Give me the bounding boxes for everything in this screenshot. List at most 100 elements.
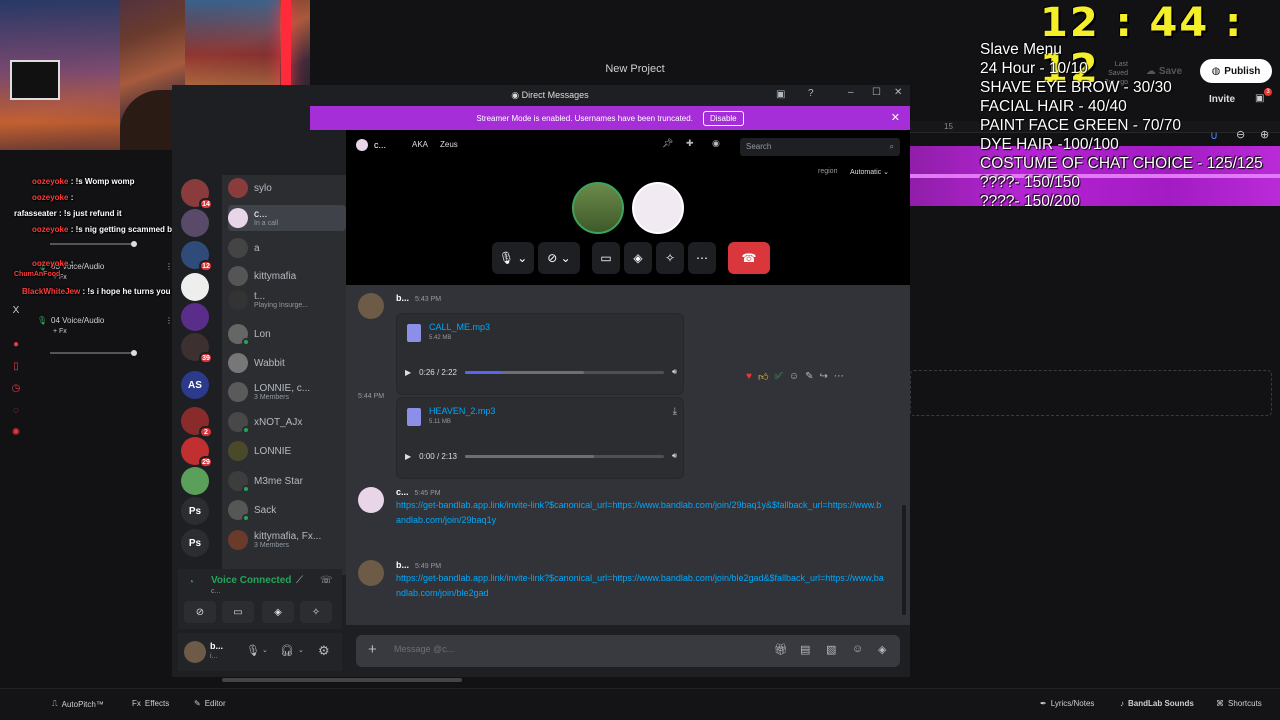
emoji-icon[interactable]: ☺ bbox=[852, 643, 863, 655]
screen-share-button[interactable]: ▭ bbox=[222, 601, 254, 623]
video-button[interactable]: ⊘ ⌄ bbox=[538, 242, 580, 274]
voice-status[interactable]: Voice Connected bbox=[211, 575, 291, 586]
dm-item[interactable]: Lon bbox=[228, 321, 346, 347]
activities-button[interactable]: ◈ bbox=[624, 242, 652, 274]
avatar[interactable] bbox=[358, 487, 384, 513]
mute-button[interactable]: 🎙︎ ⌄ bbox=[492, 242, 534, 274]
add-attachment-icon[interactable]: + bbox=[368, 641, 377, 658]
playback-progress[interactable] bbox=[464, 370, 664, 374]
add-reaction-icon[interactable]: ☺ bbox=[789, 371, 799, 383]
message-link[interactable]: https://get-bandlab.app.link/invite-link… bbox=[396, 498, 886, 528]
bookmark-icon[interactable]: ▯ bbox=[11, 362, 21, 372]
autopitch-button[interactable]: ⎍ AutoPitch™ bbox=[52, 699, 104, 709]
server-icon[interactable]: AS bbox=[181, 371, 209, 399]
server-icon[interactable]: 39 bbox=[181, 333, 213, 364]
sticker-icon[interactable]: ▧ bbox=[826, 643, 836, 656]
play-icon[interactable]: ▶ bbox=[405, 452, 411, 461]
play-icon[interactable]: ▶ bbox=[405, 368, 411, 377]
gift-icon[interactable]: 🎁︎ bbox=[774, 643, 788, 656]
record-icon[interactable]: ● bbox=[11, 340, 21, 350]
close-icon[interactable]: ✕ bbox=[894, 87, 902, 98]
avatar[interactable] bbox=[358, 293, 384, 319]
server-icon[interactable]: 2 bbox=[181, 407, 213, 438]
edit-icon[interactable]: ✎ bbox=[805, 371, 813, 383]
soundboard-button[interactable]: ✧ bbox=[300, 601, 332, 623]
close-icon[interactable]: ✕ bbox=[891, 111, 900, 124]
region-select[interactable]: Automatic ⌄ bbox=[850, 168, 889, 176]
soundboard-button[interactable]: ✧ bbox=[656, 242, 684, 274]
gif-icon[interactable]: ▤ bbox=[800, 643, 810, 656]
dm-item[interactable]: Sack bbox=[228, 497, 346, 523]
dm-item[interactable]: LONNIE bbox=[228, 438, 346, 464]
dm-item[interactable]: c... In a call bbox=[228, 205, 346, 231]
dm-item[interactable]: sylo bbox=[228, 175, 346, 201]
empty-track-lane[interactable] bbox=[910, 370, 1272, 416]
dm-item[interactable]: kittymafia bbox=[228, 263, 346, 289]
camera-off-button[interactable]: ⊘ bbox=[184, 601, 216, 623]
download-icon[interactable]: ⤓ bbox=[673, 406, 677, 417]
volume-slider[interactable] bbox=[50, 350, 137, 356]
avatar[interactable] bbox=[184, 641, 206, 663]
file-name[interactable]: CALL_ME.mp3 bbox=[429, 322, 490, 332]
screen-share-button[interactable]: ▭ bbox=[592, 242, 620, 274]
chat-scrollbar[interactable] bbox=[902, 505, 906, 615]
server-icon[interactable]: 14 bbox=[181, 179, 213, 210]
activities-button[interactable]: ◈ bbox=[262, 601, 294, 623]
message-link[interactable]: https://get-bandlab.app.link/invite-link… bbox=[396, 571, 886, 601]
pin-icon[interactable]: 📌︎ bbox=[662, 138, 673, 149]
track-fx[interactable]: + Fx bbox=[53, 328, 67, 335]
dm-item[interactable]: t... Playing Insurge... bbox=[228, 287, 346, 313]
dm-item[interactable]: Wabbit bbox=[228, 350, 346, 376]
more-icon[interactable]: ⋯ bbox=[834, 371, 844, 383]
disable-button[interactable]: Disable bbox=[702, 110, 744, 126]
server-icon[interactable]: Ps bbox=[181, 529, 209, 557]
dm-item[interactable]: xNOT_AJx bbox=[228, 409, 346, 435]
horizontal-scrollbar[interactable] bbox=[222, 678, 462, 682]
search-input[interactable]: Search ⌕ bbox=[740, 138, 900, 156]
slider-knob[interactable] bbox=[131, 350, 137, 356]
chevron-down-icon[interactable]: ⌄ bbox=[262, 646, 268, 654]
chevron-down-icon[interactable]: ⌄ bbox=[298, 646, 304, 654]
reply-icon[interactable]: ↪ bbox=[819, 371, 827, 383]
thumbs-up-reaction-icon[interactable]: 👍︎ bbox=[758, 371, 768, 383]
playback-progress[interactable] bbox=[464, 454, 664, 458]
noise-suppression-icon[interactable]: ⟋ bbox=[296, 575, 303, 586]
server-icon[interactable]: 12 bbox=[181, 241, 213, 272]
server-icon[interactable] bbox=[181, 467, 209, 495]
x-icon[interactable]: X bbox=[11, 306, 21, 316]
server-icon[interactable] bbox=[181, 209, 209, 237]
hang-up-button[interactable]: ☎ bbox=[728, 242, 770, 274]
help-icon[interactable]: ? bbox=[808, 88, 814, 99]
dm-item[interactable]: kittymafia, Fx... 3 Members bbox=[228, 527, 346, 553]
settings-icon[interactable]: ✺ bbox=[11, 428, 21, 438]
heart-reaction-icon[interactable]: ♥ bbox=[746, 371, 752, 383]
clock-icon[interactable]: ◷ bbox=[11, 384, 21, 394]
headphones-icon[interactable]: 🎧︎ bbox=[280, 644, 294, 657]
shortcuts-button[interactable]: ⌘ Shortcuts bbox=[1216, 699, 1262, 708]
add-friend-icon[interactable]: ✚ bbox=[686, 138, 694, 149]
microphone-icon[interactable]: 🎙︎ bbox=[246, 644, 260, 657]
server-icon[interactable] bbox=[181, 303, 209, 331]
call-participant[interactable] bbox=[632, 182, 684, 234]
editor-button[interactable]: ✎ Editor bbox=[194, 699, 226, 708]
check-reaction-icon[interactable]: ✅︎ bbox=[774, 371, 782, 383]
dm-item[interactable]: LONNIE, c... 3 Members bbox=[228, 379, 346, 405]
inbox-icon[interactable]: ▣ bbox=[776, 89, 785, 100]
lyrics-button[interactable]: ✒ Lyrics/Notes bbox=[1040, 699, 1094, 708]
sounds-button[interactable]: ♪ BandLab Sounds bbox=[1120, 699, 1194, 708]
disconnect-icon[interactable]: ☏ bbox=[320, 575, 333, 586]
file-name[interactable]: HEAVEN_2.mp3 bbox=[429, 406, 495, 416]
chat-icon[interactable]: ◌ bbox=[11, 406, 21, 416]
volume-icon[interactable]: 🔊︎ bbox=[672, 451, 677, 461]
maximize-icon[interactable]: ☐ bbox=[872, 87, 881, 98]
gamepad-icon[interactable]: ◈ bbox=[878, 643, 886, 656]
dm-item[interactable]: a bbox=[228, 235, 346, 261]
gear-icon[interactable]: ⚙ bbox=[318, 643, 330, 659]
volume-icon[interactable]: 🔊︎ bbox=[672, 367, 677, 377]
effects-button[interactable]: Fx Effects bbox=[132, 699, 169, 708]
call-participant[interactable] bbox=[572, 182, 624, 234]
avatar[interactable] bbox=[358, 560, 384, 586]
minimize-icon[interactable]: – bbox=[848, 87, 854, 98]
message-composer[interactable]: + Message @c... 🎁︎ ▤ ▧ ☺ ◈ bbox=[356, 635, 900, 667]
server-icon[interactable]: Ps bbox=[181, 497, 209, 525]
